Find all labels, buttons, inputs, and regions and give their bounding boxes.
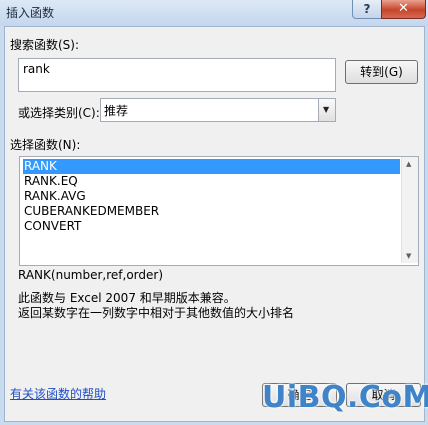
list-item-convert[interactable]: CONVERT xyxy=(23,219,81,234)
dialog-title: 插入函数 xyxy=(6,6,55,20)
functions-listbox[interactable]: RANK RANK.EQ RANK.AVG CUBERANKEDMEMBER C… xyxy=(19,156,419,266)
watermark: UiBQ.CoM xyxy=(262,380,428,415)
go-button[interactable]: 转到(G) xyxy=(345,60,418,84)
list-item-cuberankedmember[interactable]: CUBERANKEDMEMBER xyxy=(23,204,159,219)
category-selected-value: 推荐 xyxy=(104,104,129,118)
chevron-down-icon: ▼ xyxy=(323,105,330,114)
close-button[interactable]: ✕ xyxy=(381,0,426,19)
functions-label: 选择函数(N): xyxy=(10,138,81,152)
search-input-value: rank xyxy=(23,62,50,76)
search-input[interactable]: rank xyxy=(18,58,336,92)
list-item-rank[interactable]: RANK xyxy=(23,159,400,174)
list-item-rank-avg[interactable]: RANK.AVG xyxy=(23,189,86,204)
function-signature: RANK(number,ref,order) xyxy=(18,268,164,282)
help-button[interactable]: ? xyxy=(352,0,382,19)
scroll-down-icon[interactable]: ▼ xyxy=(406,252,411,260)
scroll-up-icon[interactable]: ▲ xyxy=(406,160,411,168)
category-select[interactable]: 推荐 ▼ xyxy=(100,98,336,122)
function-help-link[interactable]: 有关该函数的帮助 xyxy=(10,385,106,402)
function-description: 返回某数字在一列数字中相对于其他数值的大小排名 xyxy=(18,306,295,320)
list-scrollbar[interactable]: ▲ ▼ xyxy=(401,157,418,263)
category-dropdown-button[interactable]: ▼ xyxy=(318,99,335,121)
list-item-rank-eq[interactable]: RANK.EQ xyxy=(23,174,78,189)
category-label: 或选择类别(C): xyxy=(18,106,100,120)
search-label: 搜索函数(S): xyxy=(10,38,80,52)
